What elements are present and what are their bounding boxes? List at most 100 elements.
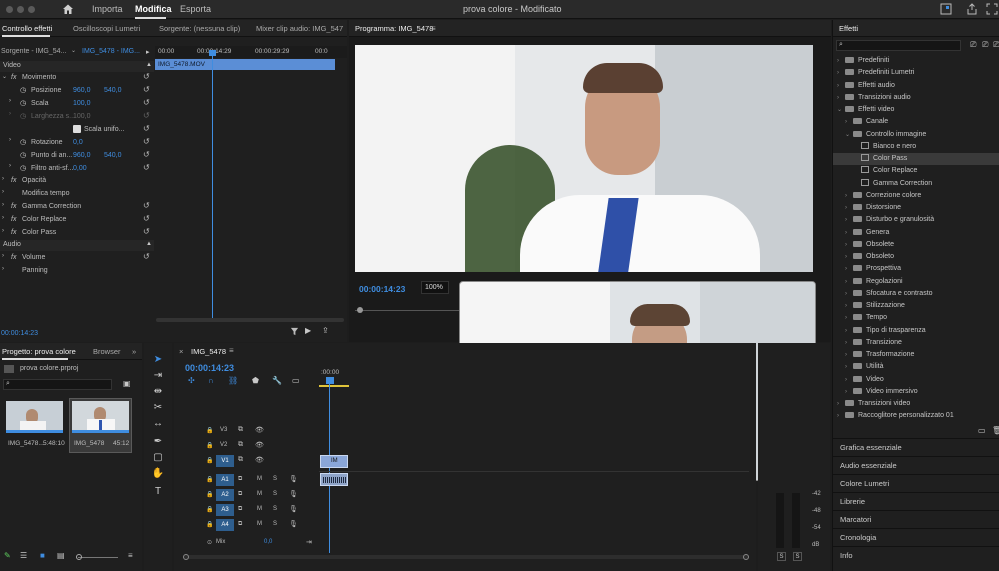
program-timecode[interactable]: 00:00:14:23 (359, 284, 405, 294)
track-select-tool-icon[interactable]: ⇥ (151, 369, 165, 383)
effects-tree-item[interactable]: › Trasformazione (833, 349, 999, 361)
expand-caret-icon[interactable]: › (2, 176, 4, 182)
expand-caret-icon[interactable]: › (9, 137, 11, 143)
workspace-icon[interactable] (940, 3, 952, 15)
reset-icon[interactable]: ↺ (143, 98, 150, 107)
effects-tree-item[interactable]: › Transizioni audio (833, 92, 999, 104)
microphone-icon[interactable]: 🎙 (289, 490, 298, 498)
export-frame-icon[interactable]: ⇪ (322, 326, 329, 335)
track-a4-target[interactable]: A4 (216, 519, 234, 531)
collapsed-caret-icon[interactable]: › (845, 386, 853, 398)
lock-icon[interactable]: 🔒 (206, 521, 213, 528)
collapsed-caret-icon[interactable]: › (845, 325, 853, 337)
tab-effects[interactable]: Effetti (839, 24, 858, 33)
collapsed-caret-icon[interactable]: › (845, 312, 853, 324)
tab-source[interactable]: Sorgente: (nessuna clip) (159, 24, 240, 33)
close-window-button[interactable] (6, 6, 13, 13)
collapsed-caret-icon[interactable]: › (837, 80, 845, 92)
reset-icon[interactable]: ↺ (143, 72, 150, 81)
delete-icon[interactable]: 🗑 (992, 426, 999, 435)
effects-tree-item[interactable]: Gamma Correction (833, 178, 999, 190)
reset-icon[interactable]: ↺ (143, 85, 150, 94)
sync-lock-icon[interactable]: ⧉ (238, 506, 242, 513)
close-sequence-icon[interactable]: × (179, 347, 183, 356)
share-icon[interactable] (966, 3, 978, 15)
stopwatch-icon[interactable]: ◷ (20, 138, 26, 146)
stopwatch-icon[interactable]: ◷ (20, 151, 26, 159)
collapsed-caret-icon[interactable]: › (837, 55, 845, 67)
snap-icon[interactable]: ∩ (208, 376, 214, 385)
effects-tree-item[interactable]: › Effetti audio (833, 80, 999, 92)
microphone-icon[interactable]: 🎙 (289, 520, 298, 528)
home-icon[interactable] (62, 3, 74, 15)
eye-icon[interactable]: 👁 (255, 441, 264, 449)
expand-caret-icon[interactable]: › (9, 163, 11, 169)
collapsed-caret-icon[interactable]: › (845, 288, 853, 300)
collapsed-caret-icon[interactable]: › (845, 227, 853, 239)
reset-icon[interactable]: ↺ (143, 201, 150, 210)
sequence-menu-icon[interactable]: ≡ (229, 346, 234, 355)
lock-icon[interactable]: 🔒 (206, 442, 213, 449)
solo-button[interactable]: S (273, 521, 277, 527)
solo-button[interactable]: S (273, 491, 277, 497)
tab-program[interactable]: Programma: IMG_5478 (355, 24, 433, 33)
yuv-effects-icon[interactable]: ⎚ (993, 40, 999, 50)
effects-tree-item[interactable]: › Transizione (833, 337, 999, 349)
sync-lock-icon[interactable]: ⧉ (238, 456, 243, 464)
slip-tool-icon[interactable]: ↔ (151, 417, 165, 431)
effects-tree-item[interactable]: › Video (833, 374, 999, 386)
expand-caret-icon[interactable]: › (2, 202, 4, 208)
timeline-scrollbar[interactable] (184, 555, 749, 559)
program-scrub-bar[interactable] (355, 310, 465, 311)
tab-lumetri-scopes[interactable]: Oscilloscopi Lumetri (73, 24, 140, 33)
effects-tree-item[interactable]: Color Replace (833, 165, 999, 177)
video-clip[interactable]: IM (320, 455, 348, 468)
expand-caret-icon[interactable]: › (2, 215, 4, 221)
effects-tree-item[interactable]: ⌄ Effetti video (833, 104, 999, 116)
timeline-playhead-handle[interactable] (326, 377, 334, 384)
panel-essential-graphics[interactable]: Grafica essenziale (833, 438, 999, 456)
expand-caret-icon[interactable]: › (2, 253, 4, 259)
clip-dropdown-arrow-icon[interactable]: ⌄ (71, 47, 76, 54)
project-search-input[interactable]: ⌕ (3, 379, 112, 390)
microphone-icon[interactable]: 🎙 (289, 505, 298, 513)
menu-modifica[interactable]: Modifica (135, 4, 172, 14)
icon-view-icon[interactable]: ■ (40, 551, 45, 560)
timeline-settings-icon[interactable]: 🔧 (272, 376, 282, 385)
effects-tree-item[interactable]: Bianco e nero (833, 141, 999, 153)
effect-controls-timecode[interactable]: 00:00:14:23 (1, 330, 38, 337)
rotation-value[interactable]: 0,0 (73, 139, 83, 146)
list-view-icon[interactable]: ☰ (20, 551, 27, 560)
effects-tree-item[interactable]: › Distorsione (833, 202, 999, 214)
effects-tree-item[interactable]: › Prospettiva (833, 263, 999, 275)
collapse-icon[interactable]: ▲ (146, 241, 152, 247)
collapsed-caret-icon[interactable]: › (845, 349, 853, 361)
collapsed-caret-icon[interactable]: › (845, 361, 853, 373)
reset-icon[interactable]: ↺ (143, 252, 150, 261)
mute-button[interactable]: M (257, 521, 262, 527)
effects-tree-item[interactable]: › Video immersivo (833, 386, 999, 398)
anchor-x-value[interactable]: 960,0 (73, 152, 91, 159)
mute-button[interactable]: M (257, 506, 262, 512)
selection-tool-icon[interactable]: ➤ (151, 353, 165, 367)
effects-tree-item[interactable]: › Sfocatura e contrasto (833, 288, 999, 300)
collapsed-caret-icon[interactable]: › (845, 263, 853, 275)
effects-tree-item[interactable]: › Predefiniti (833, 55, 999, 67)
effects-tree-item[interactable]: › Disturbo e granulosità (833, 214, 999, 226)
effects-tree-item[interactable]: › Correzione colore (833, 190, 999, 202)
collapsed-caret-icon[interactable]: › (845, 276, 853, 288)
ripple-edit-tool-icon[interactable]: ⇹ (151, 385, 165, 399)
thumb-size-slider[interactable] (78, 557, 118, 558)
panel-markers[interactable]: Marcatori (833, 510, 999, 528)
stopwatch-icon[interactable]: ◷ (20, 99, 26, 107)
panel-info[interactable]: Info (833, 546, 999, 564)
effects-tree-item[interactable]: › Predefiniti Lumetri (833, 67, 999, 79)
panel-history[interactable]: Cronologia (833, 528, 999, 546)
thumb-size-handle[interactable] (76, 554, 82, 560)
lock-icon[interactable]: 🔒 (206, 491, 213, 498)
program-video-frame[interactable] (355, 45, 813, 272)
anchor-y-value[interactable]: 540,0 (104, 152, 122, 159)
microphone-icon[interactable]: 🎙 (289, 475, 298, 483)
effect-playhead-handle[interactable] (209, 50, 216, 56)
type-tool-icon[interactable]: T (151, 485, 165, 499)
